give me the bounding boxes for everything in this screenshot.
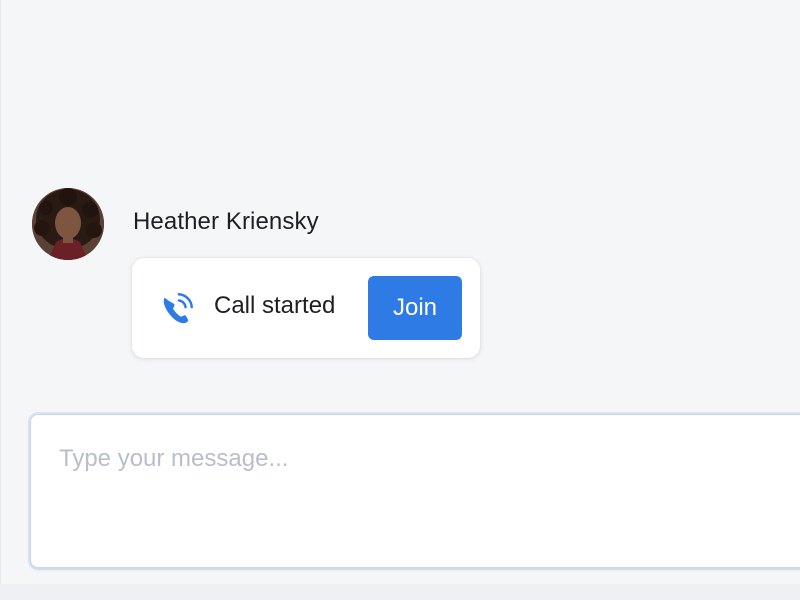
message-input[interactable]	[31, 415, 791, 567]
call-status-text: Call started	[214, 292, 336, 319]
join-call-button[interactable]: Join	[368, 276, 462, 340]
chat-pane: Heather Kriensky Call started Join	[0, 0, 800, 600]
avatar-image	[32, 188, 104, 260]
sender-name: Heather Kriensky	[133, 208, 319, 235]
avatar[interactable]	[32, 188, 104, 260]
pane-divider	[0, 0, 1, 600]
call-card: Call started Join	[132, 258, 480, 358]
phone-call-icon	[163, 293, 193, 324]
message-composer	[30, 414, 800, 568]
bottom-bar	[0, 584, 800, 600]
